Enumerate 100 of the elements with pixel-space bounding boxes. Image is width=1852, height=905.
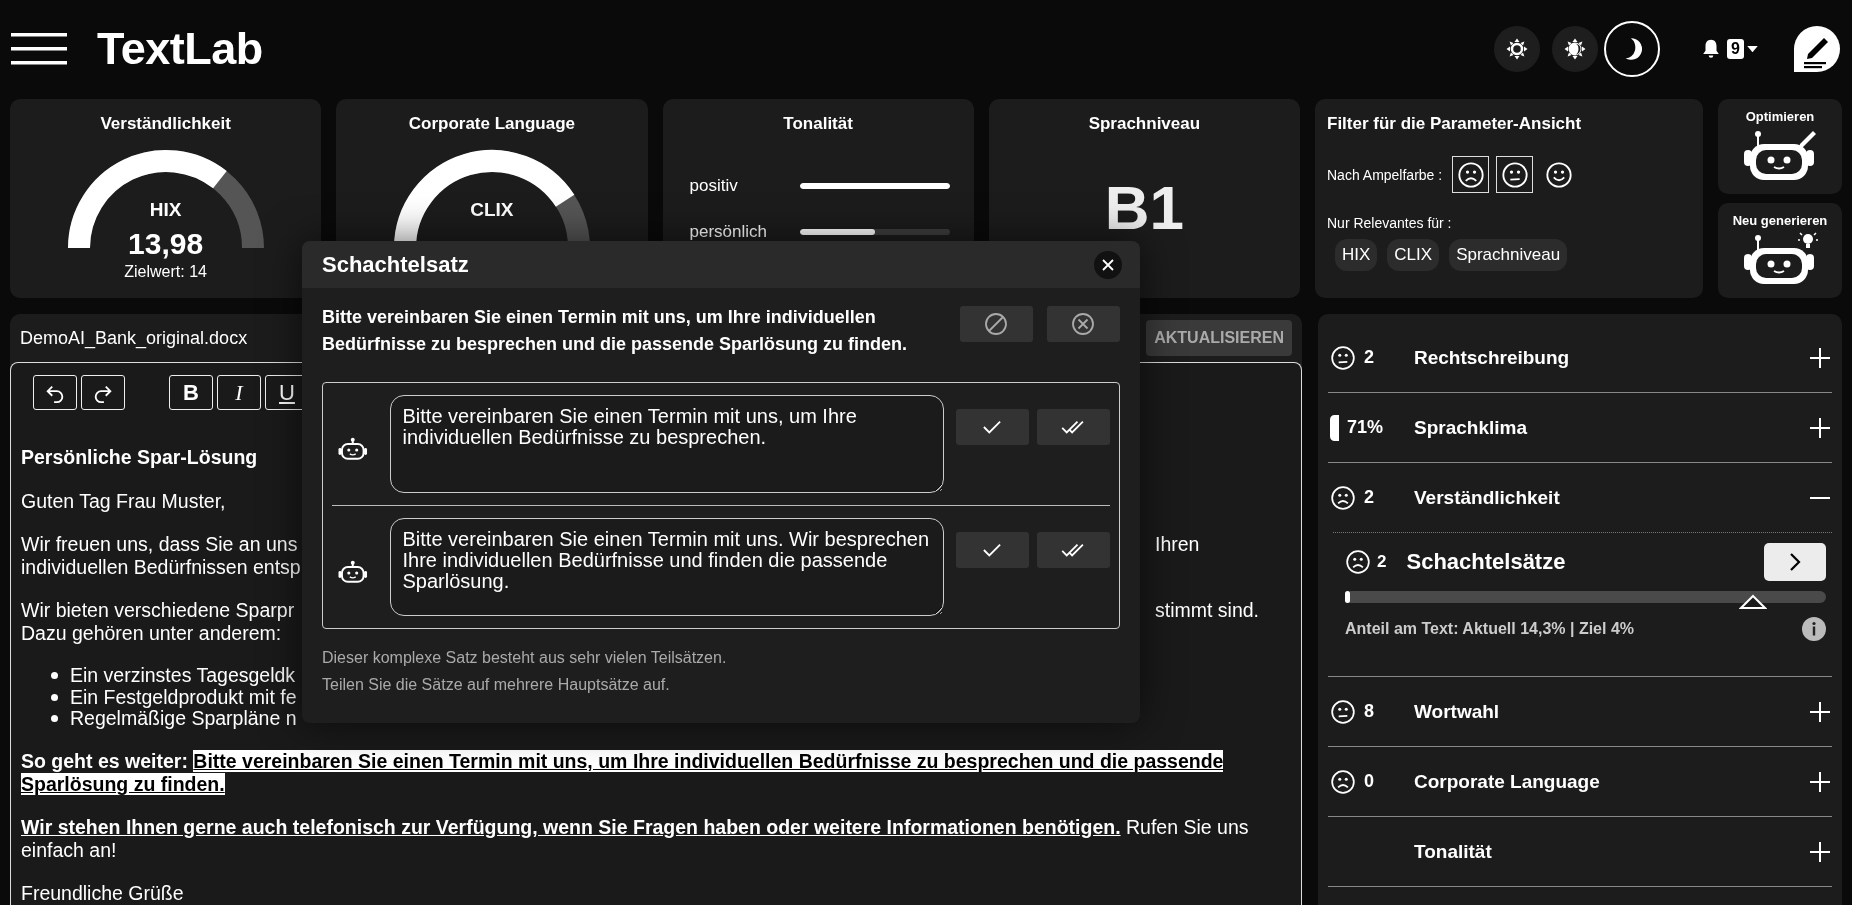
plus-icon bbox=[1810, 347, 1830, 368]
subparameter-label: Schachtelsätze bbox=[1406, 549, 1567, 575]
issue-count: 2 bbox=[1377, 552, 1387, 572]
bold-button[interactable]: B bbox=[169, 375, 213, 410]
issue-count: 8 bbox=[1364, 701, 1374, 722]
list-item: Regelmäßige Sparpläne n bbox=[70, 707, 297, 731]
menu-icon[interactable] bbox=[11, 33, 67, 65]
filter-chip[interactable]: CLIX bbox=[1387, 239, 1440, 271]
robot-icon bbox=[338, 437, 368, 461]
expand-button[interactable] bbox=[1810, 701, 1830, 722]
bullet-icon bbox=[51, 672, 58, 680]
parameter-label: Tonalität bbox=[1414, 840, 1493, 863]
parameter-label: Corporate Language bbox=[1414, 770, 1601, 793]
document-paragraph: Wir stehen Ihnen gerne auch telefonisch zur Verfügung, wenn Sie Fragen haben oder weitere Informationen benötigen. Rufen Sie uns einfach an! bbox=[21, 815, 1250, 862]
issue-count: 0 bbox=[1364, 771, 1374, 792]
info-icon[interactable] bbox=[1802, 617, 1826, 641]
sun-icon bbox=[1505, 37, 1530, 61]
caret-icon[interactable] bbox=[1747, 45, 1758, 53]
filter-label: Nach Ampelfarbe : bbox=[1327, 166, 1443, 183]
list-item: Ein Festgeldprodukt mit fe bbox=[70, 685, 297, 709]
target-value: Zielwert: 14 bbox=[124, 263, 207, 281]
document-heading: Persönliche Spar-Lösung bbox=[21, 446, 258, 468]
card-title: Corporate Language bbox=[408, 114, 575, 134]
expand-button[interactable] bbox=[1810, 841, 1830, 862]
hint-text: Teilen Sie die Sätze auf mehrere Hauptsätze auf. bbox=[322, 676, 671, 694]
accept-all-button[interactable] bbox=[1037, 409, 1110, 445]
card-title: Verständlichkeit bbox=[100, 114, 231, 134]
language-level: B1 bbox=[1104, 172, 1184, 243]
document-text: Dazu gehören unter anderem: bbox=[21, 622, 282, 645]
card-title: Tonalität bbox=[783, 114, 853, 134]
parameter-label: Rechtschreibung bbox=[1414, 346, 1571, 369]
parameter-label: Sprachklima bbox=[1414, 416, 1528, 439]
filter-chip[interactable]: HIX bbox=[1335, 239, 1378, 271]
neutral-face-icon bbox=[1330, 698, 1356, 725]
neutral-face-icon bbox=[1330, 344, 1356, 371]
card-title: Sprachniveau bbox=[1088, 114, 1201, 134]
plus-icon bbox=[1810, 701, 1830, 722]
document-text: stimmt sind. bbox=[1154, 599, 1260, 622]
issue-count: 71% bbox=[1347, 417, 1384, 438]
half-sun-icon bbox=[1563, 37, 1588, 61]
filter-label: Nur Relevantes für : bbox=[1327, 215, 1452, 231]
filter-title: Filter für die Parameter-Ansicht bbox=[1327, 114, 1582, 134]
bullet-icon bbox=[51, 693, 58, 701]
ignore-button[interactable] bbox=[959, 306, 1033, 342]
undo-button[interactable] bbox=[33, 375, 77, 410]
plus-icon bbox=[1810, 841, 1830, 862]
bullet-icon bbox=[51, 715, 58, 723]
close-icon bbox=[1102, 258, 1114, 271]
next-button[interactable] bbox=[1764, 543, 1826, 581]
issue-count: 2 bbox=[1364, 347, 1374, 368]
suggestion-field[interactable]: Bitte vereinbaren Sie einen Termin mit uns, um Ihre individuellen Bedürfnisse zu besprechen. bbox=[389, 395, 944, 493]
document-text: Ihren bbox=[1154, 533, 1201, 556]
sun-button[interactable] bbox=[1494, 26, 1541, 72]
share-note: Anteil am Text: Aktuell 14,3% | Ziel 4% bbox=[1345, 620, 1634, 638]
expand-button[interactable] bbox=[1810, 347, 1830, 368]
meter-icon bbox=[1330, 414, 1339, 441]
close-button[interactable] bbox=[1094, 250, 1122, 279]
tone-label: positiv bbox=[689, 176, 739, 196]
plus-icon bbox=[1810, 771, 1830, 792]
tone-label: persönlich bbox=[689, 222, 768, 242]
speech-bubble-pen-logo[interactable] bbox=[1792, 24, 1842, 74]
chevron-right-icon bbox=[1789, 552, 1801, 572]
sad-face-icon bbox=[1345, 549, 1371, 575]
document-text: Wir freuen uns, dass Sie an uns bbox=[21, 533, 298, 556]
document-text: Freundliche Grüße bbox=[21, 881, 184, 905]
document-text: Wir bieten verschiedene Sparpr bbox=[21, 599, 295, 622]
file-name: DemoAI_Bank_original.docx bbox=[20, 327, 248, 349]
accept-all-button[interactable] bbox=[1037, 532, 1110, 568]
issue-count: 2 bbox=[1364, 487, 1374, 508]
half-sun-button[interactable] bbox=[1552, 26, 1599, 72]
notification-count: 9 bbox=[1727, 39, 1744, 59]
sad-face-icon bbox=[1456, 160, 1485, 189]
expand-button[interactable] bbox=[1810, 771, 1830, 792]
smiley-face-icon bbox=[1544, 160, 1573, 189]
neutral-face-toggle[interactable] bbox=[1496, 156, 1534, 193]
reject-button[interactable] bbox=[1046, 306, 1120, 342]
dialog-title: Schachtelsatz bbox=[322, 251, 469, 278]
app-title: TextLab bbox=[97, 23, 263, 75]
sad-face-toggle[interactable] bbox=[1452, 156, 1490, 193]
hint-text: Dieser komplexe Satz besteht aus sehr vielen Teilsätzen. bbox=[322, 649, 728, 667]
document-paragraph: So geht es weiter: Bitte vereinbaren Sie einen Termin mit uns, um Ihre individuellen Bedürfnisse zu besprechen und die passende Sparlösung zu finden. bbox=[21, 749, 1225, 796]
parameter-label: Verständlichkeit bbox=[1414, 486, 1561, 509]
robot-icon bbox=[338, 560, 368, 584]
sad-face-icon bbox=[1330, 484, 1356, 511]
ban-icon bbox=[984, 312, 1009, 336]
assistant-button[interactable]: Neu generieren bbox=[1718, 203, 1842, 298]
neutral-face-icon bbox=[1500, 160, 1529, 189]
assistant-button[interactable]: Optimieren bbox=[1718, 99, 1842, 194]
redo-button[interactable] bbox=[81, 375, 125, 410]
parameter-label: Wortwahl bbox=[1414, 700, 1501, 723]
original-sentence: Bitte vereinbaren Sie einen Termin mit uns, um Ihre individuellen Bedürfnisse zu besprechen und die passende Sparlösung zu finden. bbox=[322, 306, 909, 356]
sad-face-icon bbox=[1330, 768, 1356, 795]
suggestion-field[interactable]: Bitte vereinbaren Sie einen Termin mit uns. Wir besprechen Ihre individuellen Bedürfnisse und finden die passende Sparlösung. bbox=[389, 518, 944, 616]
italic-button[interactable]: I bbox=[217, 375, 261, 410]
list-item: Ein verzinstes Tagesgeldk bbox=[70, 664, 296, 688]
expand-button[interactable] bbox=[1810, 417, 1830, 438]
document-text: Guten Tag Frau Muster, bbox=[21, 490, 226, 513]
plus-icon bbox=[1810, 417, 1830, 438]
update-button[interactable]: AKTUALISIEREN bbox=[1146, 320, 1292, 356]
filter-chip[interactable]: Sprachniveau bbox=[1449, 239, 1568, 271]
